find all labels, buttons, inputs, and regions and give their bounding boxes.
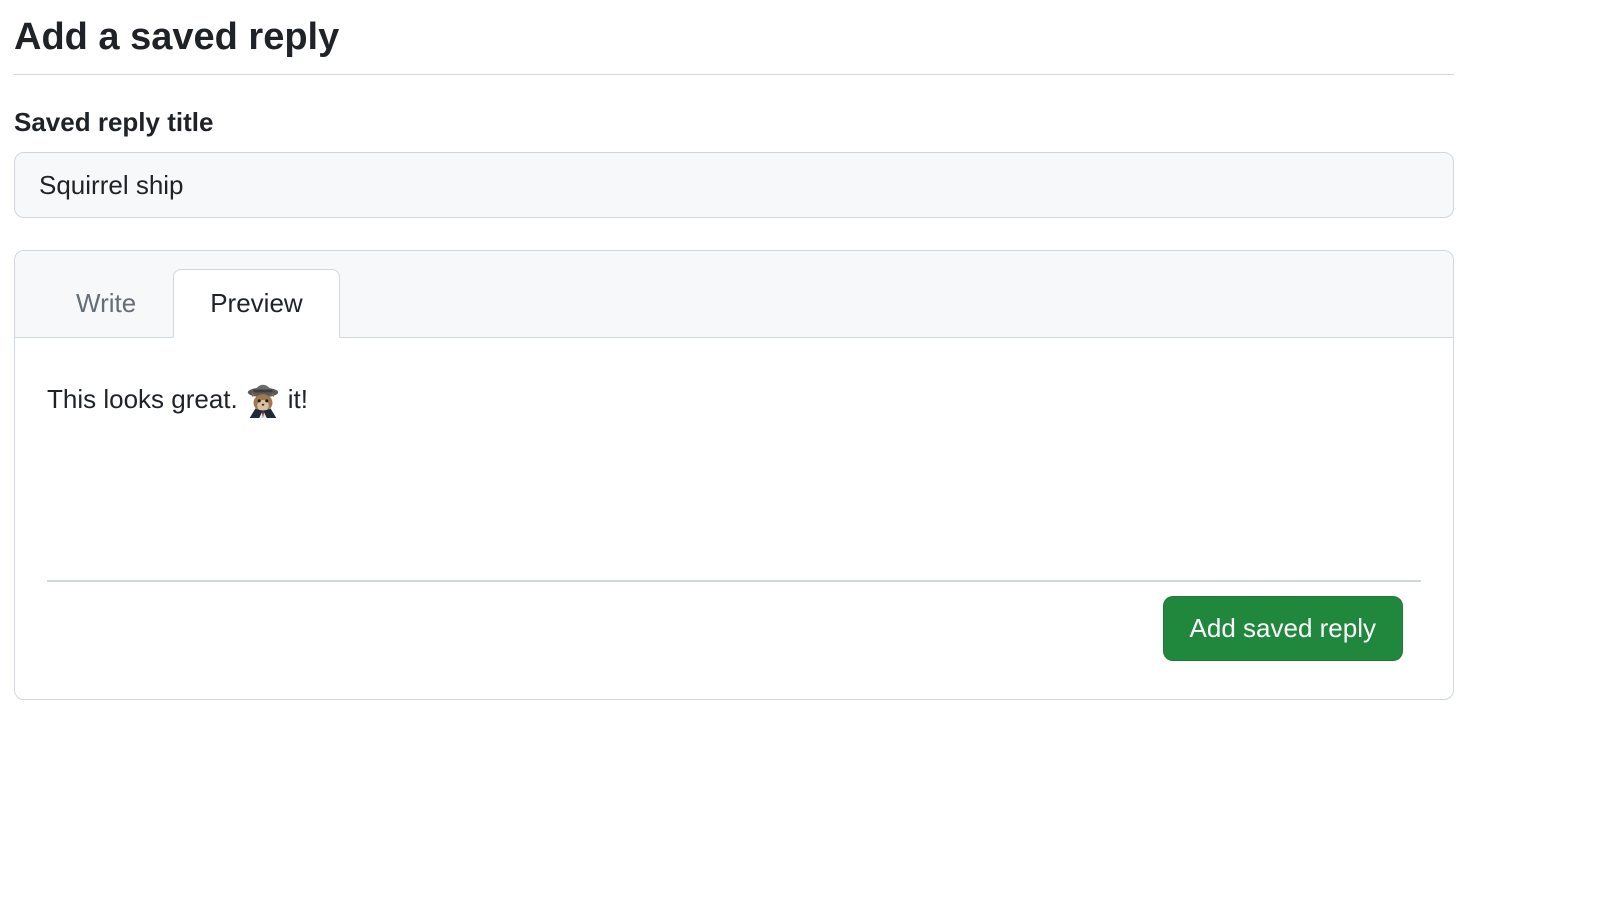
shipit-squirrel-icon xyxy=(244,380,282,418)
editor-tabs: Write Preview xyxy=(15,251,1453,338)
preview-text-after: it! xyxy=(288,380,308,419)
preview-panel: This looks great. xyxy=(15,338,1453,699)
add-saved-reply-button[interactable]: Add saved reply xyxy=(1163,596,1403,661)
section-divider xyxy=(14,74,1454,75)
preview-content: This looks great. xyxy=(47,380,1421,582)
preview-text-before: This looks great. xyxy=(47,380,238,419)
tab-write[interactable]: Write xyxy=(39,269,173,338)
title-input[interactable] xyxy=(14,152,1454,218)
page-title: Add a saved reply xyxy=(14,14,1454,62)
reply-editor: Write Preview This looks great. xyxy=(14,250,1454,700)
form-actions: Add saved reply xyxy=(47,582,1421,679)
title-label: Saved reply title xyxy=(14,107,1454,138)
tab-preview[interactable]: Preview xyxy=(173,269,339,338)
